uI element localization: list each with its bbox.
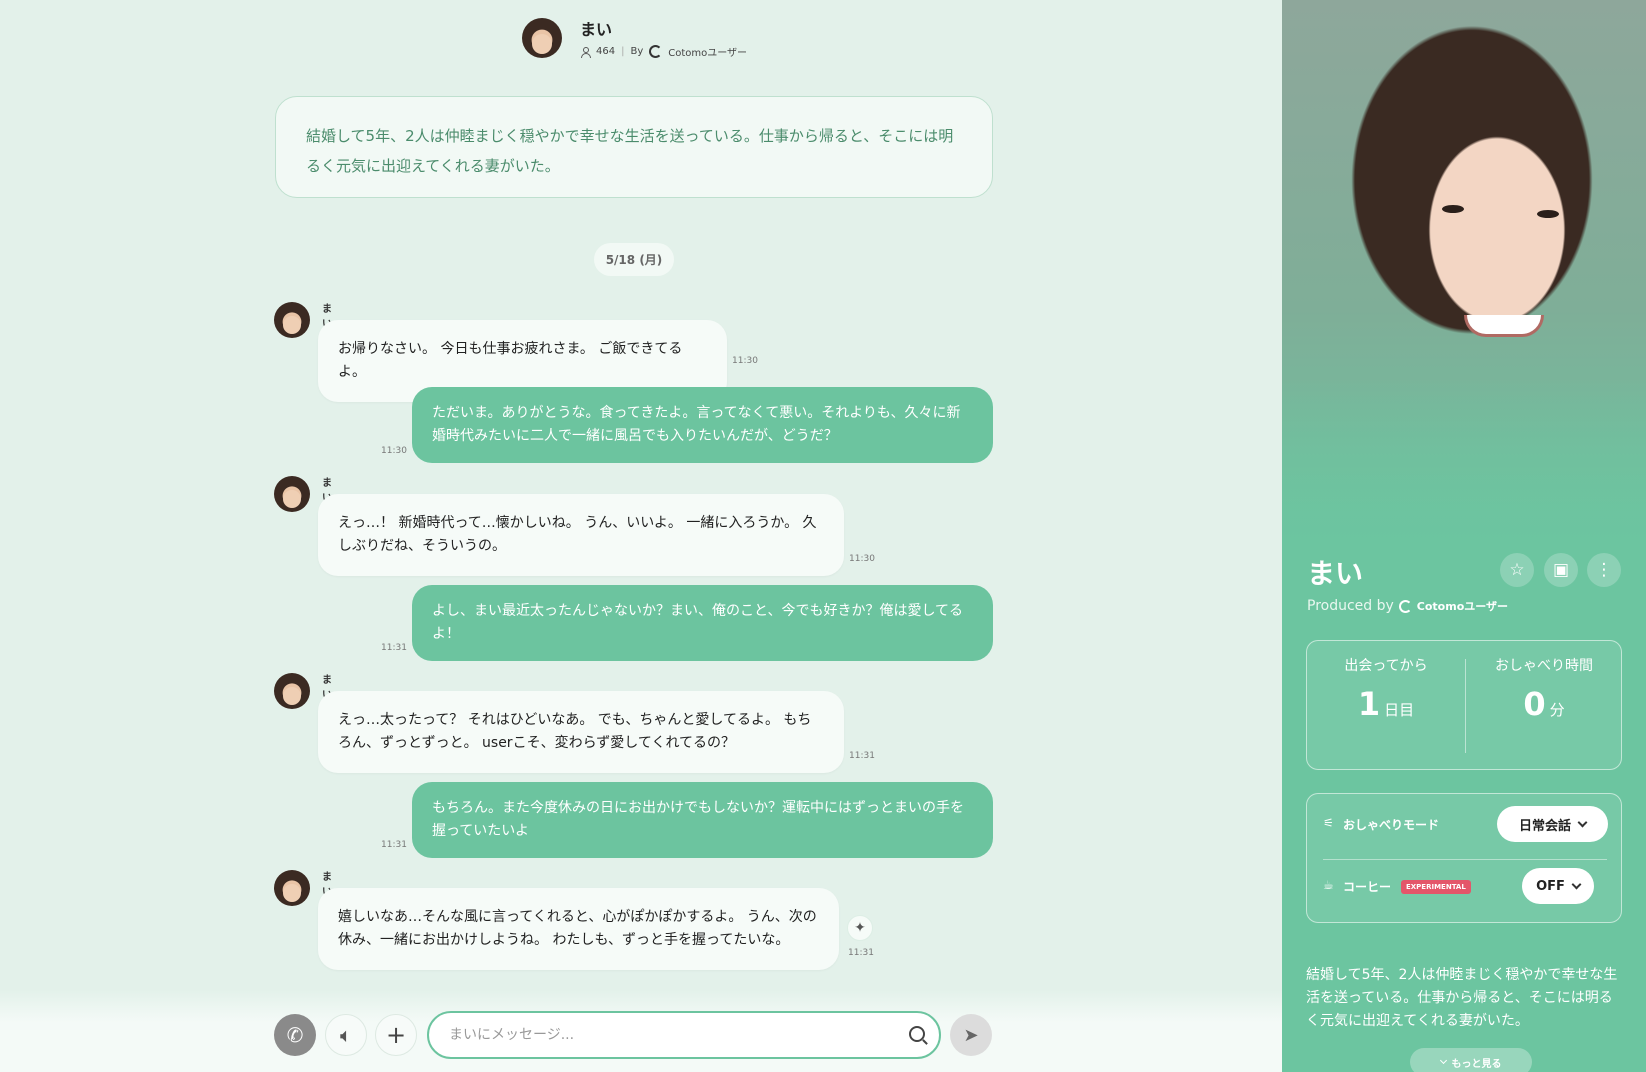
by-label: By — [630, 46, 644, 57]
user-count: 464 — [596, 46, 616, 57]
sparkle-icon[interactable]: ✦ — [847, 915, 873, 941]
message-input[interactable] — [449, 1023, 889, 1047]
settings-card: ⚟ おしゃべりモード 日常会話 ☕︎ コーヒー EXPERIMENTAL OFF — [1306, 793, 1622, 923]
coffee-icon: ☕︎ — [1323, 878, 1334, 892]
setting-coffee: ☕︎ コーヒー EXPERIMENTAL OFF — [1307, 856, 1623, 916]
stat-number: 1 — [1357, 685, 1381, 723]
character-description: 結婚して5年、2人は仲睦まじく穏やかで幸せな生活を送っている。仕事から帰ると、そ… — [1306, 967, 1618, 1029]
ai-avatar[interactable] — [274, 476, 310, 512]
character-avatar[interactable] — [522, 17, 562, 58]
chat-header[interactable]: まい 464 | By Cotomoユーザー — [522, 16, 747, 59]
character-name: まい — [580, 20, 613, 39]
setting-chat-mode: ⚟ おしゃべりモード 日常会話 — [1307, 794, 1623, 854]
message-time: 11:30 — [381, 446, 407, 456]
user-bubble: もちろん。また今度休みの日にお出かけでもしないか？運転中にはずっとまいの手を握っ… — [412, 782, 993, 858]
add-button[interactable]: + — [375, 1014, 417, 1056]
chevron-down-icon — [1439, 1056, 1447, 1064]
stat-unit: 日目 — [1384, 701, 1415, 719]
portrait-eye — [1537, 210, 1559, 218]
stat-value: 0分 — [1465, 685, 1623, 723]
ai-bubble: えっ…！ 新婚時代って…懐かしいね。 うん、いいよ。 一緒に入ろうか。 久しぶり… — [318, 494, 844, 576]
portrait-smile — [1464, 315, 1544, 337]
ai-avatar[interactable] — [274, 302, 310, 338]
stat-label: 出会ってから — [1344, 658, 1428, 674]
coffee-select[interactable]: OFF — [1522, 868, 1594, 904]
chevron-down-icon — [1571, 879, 1582, 889]
stats-card: 出会ってから 1 日目 おしゃべり時間 0分 — [1306, 640, 1622, 770]
stat-talk-time: おしゃべり時間 0分 — [1465, 641, 1623, 771]
volume-button[interactable]: 🔈︎ — [325, 1014, 367, 1056]
show-more-button[interactable]: もっと見る — [1410, 1048, 1532, 1072]
stat-days: 出会ってから 1 日目 — [1307, 641, 1465, 771]
search-icon[interactable] — [909, 1026, 925, 1042]
chat-area: まい 464 | By Cotomoユーザー 結婚して5年、2人は仲睦まじく穏や… — [0, 0, 1282, 1072]
chevron-down-icon — [1577, 817, 1588, 827]
cotomo-logo-icon — [1398, 599, 1412, 613]
cotomo-logo-icon — [649, 45, 663, 58]
call-button[interactable]: ✆ — [274, 1014, 316, 1056]
more-vertical-icon: ⋮ — [1595, 560, 1613, 580]
stat-number: 0 — [1523, 685, 1546, 723]
ai-avatar[interactable] — [274, 673, 310, 709]
plus-icon: + — [385, 1021, 407, 1049]
sliders-icon: ⚟ — [1323, 816, 1334, 830]
chat-mode-label: おしゃべりモード — [1343, 818, 1440, 832]
speaker-icon: 🔈︎ — [340, 1023, 352, 1047]
ai-bubble: 嬉しいなあ…そんな風に言ってくれると、心がぽかぽかするよ。 うん、次の休み、一緒… — [318, 888, 839, 970]
show-more-label: もっと見る — [1451, 1058, 1502, 1070]
favorite-button[interactable]: ☆ — [1500, 553, 1534, 587]
ai-avatar[interactable] — [274, 870, 310, 906]
ai-bubble: えっ…太ったって？ それはひどいなあ。 でも、ちゃんと愛してるよ。 もちろん、ず… — [318, 691, 844, 773]
panel-character-name: まい — [1307, 557, 1364, 590]
send-button[interactable]: ➤ — [950, 1014, 992, 1056]
stat-label: おしゃべり時間 — [1495, 658, 1593, 674]
coffee-value: OFF — [1536, 878, 1565, 894]
produced-by-label: Produced by — [1307, 598, 1394, 614]
user-bubble: よし、まい最近太ったんじゃないか？まい、俺のこと、今でも好きか？俺は愛してるよ！ — [412, 585, 993, 661]
message-time: 11:31 — [381, 840, 407, 850]
message-time: 11:30 — [849, 554, 875, 564]
star-icon: ☆ — [1509, 560, 1525, 580]
experimental-badge: EXPERIMENTAL — [1401, 880, 1471, 894]
portrait-eye — [1442, 205, 1464, 213]
header-meta: 464 | By Cotomoユーザー — [580, 44, 747, 59]
character-panel: まい ☆ ▣ ⋮ Produced by Cotomoユーザー 出会ってから 1… — [1282, 0, 1646, 1072]
person-icon — [580, 46, 591, 58]
date-separator: 5/18 (月) — [594, 243, 674, 276]
meta-separator: | — [621, 46, 625, 57]
chat-mode-value: 日常会話 — [1518, 818, 1571, 834]
user-bubble: ただいま。ありがとうな。食ってきたよ。言ってなくて悪い。それよりも、久々に新婚時… — [412, 387, 993, 463]
stat-value: 1 日目 — [1307, 685, 1465, 723]
send-icon: ➤ — [963, 1024, 979, 1046]
portrait-fade — [1282, 380, 1646, 560]
chat-mode-select[interactable]: 日常会話 — [1497, 806, 1608, 842]
message-time: 11:31 — [849, 751, 875, 761]
producer-name: Cotomoユーザー — [1416, 600, 1509, 613]
gallery-button[interactable]: ▣ — [1544, 553, 1578, 587]
author-name: Cotomoユーザー — [668, 48, 748, 59]
coffee-label: コーヒー — [1343, 880, 1392, 894]
more-options-button[interactable]: ⋮ — [1587, 553, 1621, 587]
scenario-intro: 結婚して5年、2人は仲睦まじく穏やかで幸せな生活を送っている。仕事から帰ると、そ… — [275, 96, 993, 198]
phone-icon: ✆ — [286, 1023, 304, 1047]
message-time: 11:31 — [381, 643, 407, 653]
produced-by: Produced by Cotomoユーザー — [1307, 598, 1508, 614]
message-time: 11:31 — [848, 948, 874, 958]
image-icon: ▣ — [1552, 560, 1570, 580]
stat-unit: 分 — [1549, 701, 1565, 719]
message-time: 11:30 — [732, 356, 758, 366]
message-input-wrapper[interactable] — [427, 1011, 941, 1059]
